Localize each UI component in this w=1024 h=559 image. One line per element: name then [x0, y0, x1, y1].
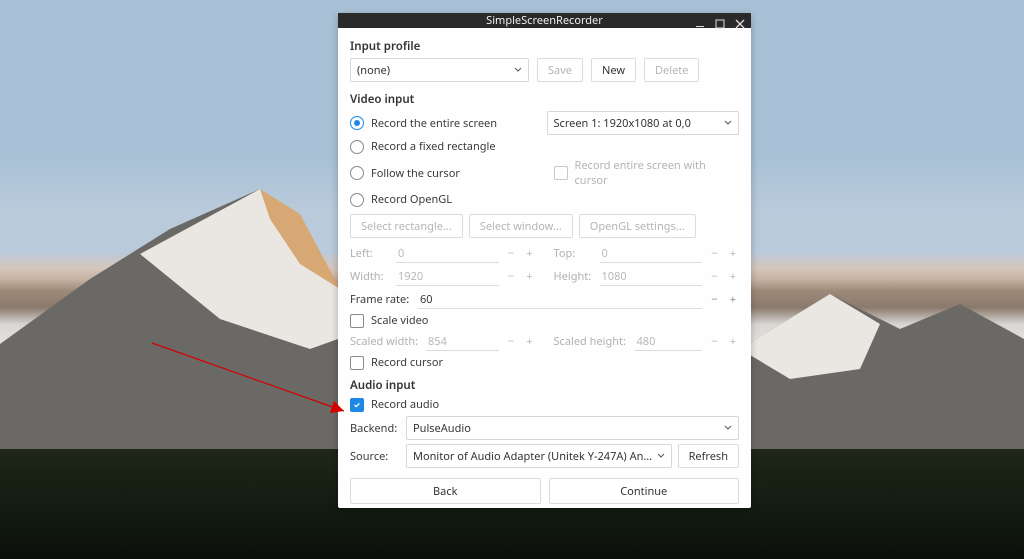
plus-icon[interactable]: + — [727, 269, 739, 284]
radio-rect-label: Record a fixed rectangle — [371, 139, 496, 154]
plus-icon[interactable]: + — [727, 334, 739, 349]
radio-opengl-label: Record OpenGL — [371, 192, 452, 207]
source-label: Source: — [350, 449, 400, 464]
screen-selector-dropdown[interactable]: Screen 1: 1920x1080 at 0,0 — [547, 111, 740, 135]
radio-entire-label: Record the entire screen — [371, 116, 497, 131]
scale-video-check[interactable]: Scale video — [350, 313, 739, 328]
plus-icon[interactable]: + — [523, 269, 535, 284]
record-audio-label: Record audio — [371, 397, 439, 412]
refresh-button[interactable]: Refresh — [678, 444, 739, 468]
backend-label: Backend: — [350, 421, 400, 436]
profile-delete-button[interactable]: Delete — [644, 58, 699, 82]
radio-icon — [350, 116, 364, 130]
titlebar: SimpleScreenRecorder — [338, 13, 751, 28]
scaled-width-field: Scaled width: 854 − + — [350, 332, 536, 351]
record-cursor-label: Record cursor — [371, 355, 443, 370]
plus-icon[interactable]: + — [523, 246, 535, 261]
minus-icon[interactable]: − — [708, 334, 720, 349]
input-profile-heading: Input profile — [350, 39, 739, 54]
profile-new-button[interactable]: New — [591, 58, 636, 82]
record-audio-check[interactable]: Record audio — [350, 397, 739, 412]
plus-icon[interactable]: + — [727, 292, 739, 307]
minus-icon[interactable]: − — [505, 246, 517, 261]
chevron-down-icon — [657, 452, 665, 460]
checkbox-icon — [350, 314, 364, 328]
video-input-heading: Video input — [350, 92, 739, 107]
select-window-button[interactable]: Select window... — [469, 214, 573, 238]
plus-icon[interactable]: + — [727, 246, 739, 261]
minus-icon[interactable]: − — [708, 292, 720, 307]
chevron-down-icon — [724, 424, 732, 432]
radio-follow-cursor[interactable]: Follow the cursor — [350, 166, 536, 181]
screen-value: Screen 1: 1920x1080 at 0,0 — [554, 116, 725, 131]
close-button[interactable] — [733, 17, 747, 31]
minus-icon[interactable]: − — [505, 269, 517, 284]
width-field: Width: 1920 − + — [350, 267, 536, 286]
profile-dropdown[interactable]: (none) — [350, 58, 529, 82]
chevron-down-icon — [724, 119, 732, 127]
radio-entire-screen[interactable]: Record the entire screen — [350, 116, 529, 131]
audio-input-heading: Audio input — [350, 378, 739, 393]
radio-cursor-label: Follow the cursor — [371, 166, 460, 181]
minus-icon[interactable]: − — [505, 334, 517, 349]
chevron-down-icon — [514, 66, 522, 74]
top-field: Top: 0 − + — [554, 244, 740, 263]
check-entire-with-cursor: Record entire screen with cursor — [554, 158, 740, 188]
height-field: Height: 1080 − + — [554, 267, 740, 286]
checkbox-icon — [554, 166, 568, 180]
framerate-field: Frame rate: 60 − + — [350, 290, 739, 309]
radio-icon — [350, 166, 364, 180]
radio-opengl[interactable]: Record OpenGL — [350, 192, 739, 207]
minus-icon[interactable]: − — [708, 246, 720, 261]
source-value: Monitor of Audio Adapter (Unitek Y-247A)… — [413, 449, 657, 464]
record-cursor-check[interactable]: Record cursor — [350, 355, 739, 370]
checkbox-icon — [350, 398, 364, 412]
radio-icon — [350, 140, 364, 154]
backend-value: PulseAudio — [413, 421, 724, 436]
radio-icon — [350, 193, 364, 207]
minus-icon[interactable]: − — [708, 269, 720, 284]
radio-fixed-rectangle[interactable]: Record a fixed rectangle — [350, 139, 739, 154]
window-title: SimpleScreenRecorder — [486, 13, 603, 28]
entire-with-cursor-label: Record entire screen with cursor — [575, 158, 740, 188]
scale-video-label: Scale video — [371, 313, 428, 328]
plus-icon[interactable]: + — [523, 334, 535, 349]
source-dropdown[interactable]: Monitor of Audio Adapter (Unitek Y-247A)… — [406, 444, 672, 468]
left-field: Left: 0 − + — [350, 244, 536, 263]
profile-value: (none) — [357, 63, 514, 78]
maximize-button[interactable] — [713, 17, 727, 31]
select-rectangle-button[interactable]: Select rectangle... — [350, 214, 463, 238]
backend-dropdown[interactable]: PulseAudio — [406, 416, 739, 440]
scaled-height-field: Scaled height: 480 − + — [554, 332, 740, 351]
continue-button[interactable]: Continue — [549, 478, 740, 504]
profile-save-button[interactable]: Save — [537, 58, 583, 82]
checkbox-icon — [350, 356, 364, 370]
back-button[interactable]: Back — [350, 478, 541, 504]
app-window: SimpleScreenRecorder Input profile (none… — [338, 13, 751, 508]
opengl-settings-button[interactable]: OpenGL settings... — [579, 214, 696, 238]
minimize-button[interactable] — [693, 17, 707, 31]
